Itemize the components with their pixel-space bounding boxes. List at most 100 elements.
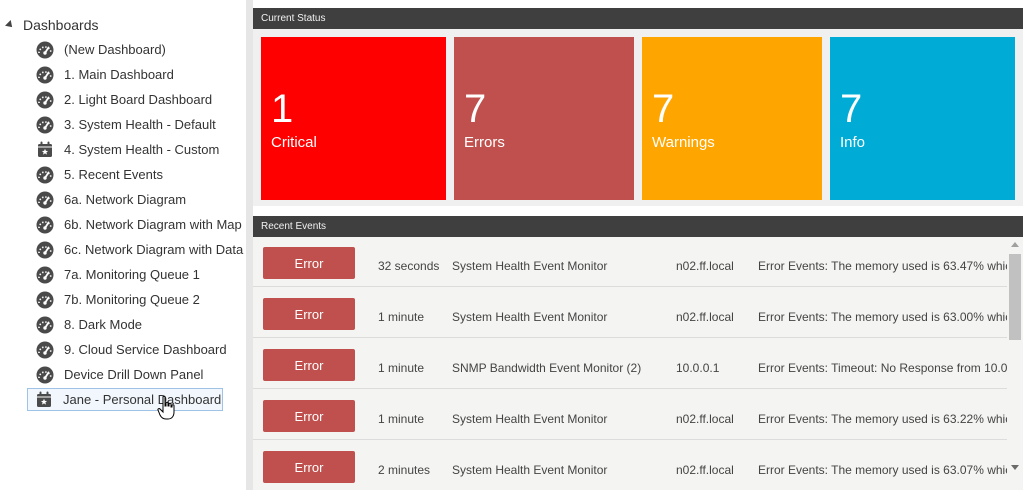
tile-count: 7 [840, 87, 863, 131]
tile-label: Info [840, 134, 866, 151]
gauge-icon [36, 41, 54, 59]
event-message: Error Events: The memory used is 63.22% … [758, 412, 1007, 426]
gauge-icon [36, 166, 54, 184]
tree-item-label: (New Dashboard) [64, 42, 166, 57]
tree-item-label: 2. Light Board Dashboard [64, 92, 213, 107]
tile-info[interactable]: 7 Info [830, 37, 1015, 200]
tree-item[interactable]: 6a. Network Diagram [29, 187, 246, 212]
recent-events-header: Recent Events [253, 216, 1023, 237]
event-source: SNMP Bandwidth Event Monitor (2) [452, 361, 642, 375]
gauge-icon [36, 366, 54, 384]
tree-root-label: Dashboards [23, 17, 99, 33]
gauge-icon [36, 341, 54, 359]
event-message: Error Events: The memory used is 63.47% … [758, 259, 1007, 273]
tree-item[interactable]: 8. Dark Mode [29, 312, 246, 337]
recent-events-title: Recent Events [261, 221, 327, 232]
event-host: 10.0.0.1 [676, 361, 720, 375]
calendar-star-icon [36, 141, 54, 159]
tree-item[interactable]: 7a. Monitoring Queue 1 [29, 262, 246, 287]
tile-count: 1 [271, 87, 294, 131]
tree-item[interactable]: 3. System Health - Default [29, 112, 246, 137]
gauge-icon [36, 241, 54, 259]
tile-label: Warnings [652, 134, 715, 151]
event-source: System Health Event Monitor [452, 310, 608, 324]
tree-root-dashboards[interactable]: Dashboards [5, 15, 99, 35]
gauge-icon [36, 66, 54, 84]
panel-separator[interactable] [246, 0, 253, 490]
tree-item-label: Jane - Personal Dashboard [63, 392, 222, 407]
events-scrollbar[interactable] [1007, 237, 1023, 490]
tree-item-label: 8. Dark Mode [64, 317, 143, 332]
tree-item-label: 5. Recent Events [64, 167, 163, 182]
tile-label: Errors [464, 134, 505, 151]
scroll-up-arrow-icon[interactable] [1011, 242, 1019, 247]
event-time: 1 minute [378, 361, 425, 375]
caret-down-icon[interactable] [5, 20, 15, 30]
event-time: 1 minute [378, 310, 425, 324]
tile-critical[interactable]: 1 Critical [261, 37, 446, 200]
tree-item-label: 9. Cloud Service Dashboard [64, 342, 227, 357]
current-status-title: Current Status [261, 13, 326, 24]
event-source: System Health Event Monitor [452, 463, 608, 477]
tree-item[interactable]: 9. Cloud Service Dashboard [29, 337, 246, 362]
severity-button[interactable]: Error [263, 247, 355, 279]
event-source: System Health Event Monitor [452, 259, 608, 273]
tree-item-label: 7a. Monitoring Queue 1 [64, 267, 200, 282]
tile-count: 7 [652, 87, 675, 131]
event-row[interactable]: Error 1 minute SNMP Bandwidth Event Monito… [253, 339, 1007, 389]
tree-item[interactable]: 5. Recent Events [29, 162, 246, 187]
tree-item[interactable]: Device Drill Down Panel [29, 362, 246, 387]
severity-button[interactable]: Error [263, 400, 355, 432]
tree-item-label: 6b. Network Diagram with Map [64, 217, 242, 232]
event-row[interactable]: Error 1 minute System Health Event Monitor… [253, 288, 1007, 338]
event-host: n02.ff.local [676, 463, 734, 477]
current-status-header: Current Status [253, 8, 1023, 29]
scroll-down-arrow-icon[interactable] [1011, 465, 1019, 470]
tree-item-label: 7b. Monitoring Queue 2 [64, 292, 200, 307]
event-host: n02.ff.local [676, 259, 734, 273]
event-time: 32 seconds [378, 259, 440, 273]
tree-item[interactable]: 2. Light Board Dashboard [29, 87, 246, 112]
event-time: 1 minute [378, 412, 425, 426]
tree-items: (New Dashboard) 1. Main Dashboard 2. Light… [27, 37, 246, 412]
event-time: 2 minutes [378, 463, 431, 477]
event-row[interactable]: Error 2 minutes System Health Event Monito… [253, 441, 1007, 490]
tree-item[interactable]: Jane - Personal Dashboard [27, 387, 245, 412]
recent-events-list: Error 32 seconds System Health Event Monit… [253, 237, 1023, 490]
tile-warnings[interactable]: 7 Warnings [642, 37, 822, 200]
severity-button[interactable]: Error [263, 451, 355, 483]
tree-item[interactable]: 6b. Network Diagram with Map [29, 212, 246, 237]
scrollbar-thumb[interactable] [1009, 254, 1021, 340]
gauge-icon [36, 291, 54, 309]
tile-errors[interactable]: 7 Errors [454, 37, 634, 200]
gauge-icon [36, 266, 54, 284]
tree-item[interactable]: (New Dashboard) [29, 37, 246, 62]
tree-item[interactable]: 6c. Network Diagram with Data [29, 237, 246, 262]
severity-button[interactable]: Error [263, 298, 355, 330]
event-source: System Health Event Monitor [452, 412, 608, 426]
tree-item-label: 4. System Health - Custom [64, 142, 220, 157]
dashboard-tree: Dashboards (New Dashboard) 1. Main Dashbo… [0, 0, 246, 490]
tree-item[interactable]: 7b. Monitoring Queue 2 [29, 287, 246, 312]
event-row[interactable]: Error 1 minute System Health Event Monitor… [253, 390, 1007, 440]
tree-item[interactable]: 4. System Health - Custom [29, 137, 246, 162]
gauge-icon [36, 191, 54, 209]
event-message: Error Events: Timeout: No Response from … [758, 361, 1007, 375]
tree-item-label: 3. System Health - Default [64, 117, 216, 132]
hand-pointer-icon [157, 395, 175, 420]
gauge-icon [36, 91, 54, 109]
event-row[interactable]: Error 32 seconds System Health Event Monit… [253, 237, 1007, 287]
tree-item-label: 6a. Network Diagram [64, 192, 187, 207]
severity-button[interactable]: Error [263, 349, 355, 381]
event-message: Error Events: The memory used is 63.00% … [758, 310, 1007, 324]
tree-item-label: 1. Main Dashboard [64, 67, 174, 82]
event-host: n02.ff.local [676, 412, 734, 426]
tree-item-label: Device Drill Down Panel [64, 367, 204, 382]
tile-count: 7 [464, 87, 487, 131]
event-message: Error Events: The memory used is 63.07% … [758, 463, 1007, 477]
gauge-icon [36, 316, 54, 334]
tree-item[interactable]: 1. Main Dashboard [29, 62, 246, 87]
gauge-icon [36, 116, 54, 134]
current-status-panel: 1 Critical 7 Errors 7 Warnings 7 Info [253, 29, 1023, 206]
tile-label: Critical [271, 134, 317, 151]
